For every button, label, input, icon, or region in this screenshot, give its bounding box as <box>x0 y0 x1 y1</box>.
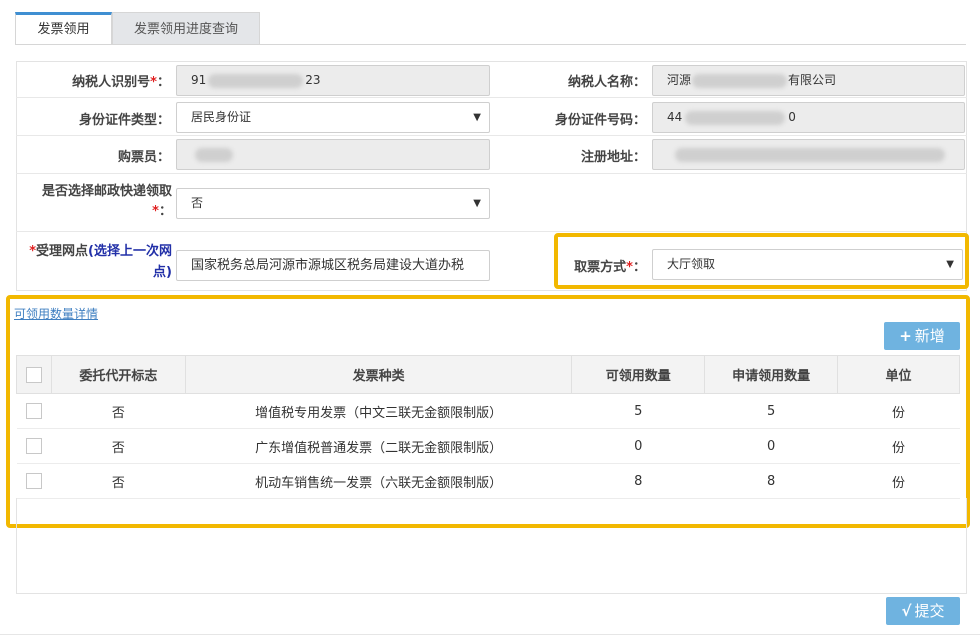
row-checkbox[interactable] <box>25 403 42 419</box>
table-row[interactable]: 否 机动车销售统一发票（六联无金额限制版） 8 8 份 <box>16 463 960 499</box>
row-checkbox[interactable] <box>25 473 42 489</box>
table-row[interactable]: 否 增值税专用发票（中文三联无金额限制版） 5 5 份 <box>16 393 960 429</box>
footer-divider <box>0 634 980 635</box>
id-type-value: 居民身份证 <box>191 110 252 124</box>
office-value: 国家税务总局河源市源城区税务局建设大道办税 <box>191 258 465 273</box>
id-number-field: 44 0 <box>652 102 965 133</box>
unit-cell: 份 <box>837 428 960 464</box>
tab-divider <box>15 44 966 45</box>
taxpayer-name-label: 纳税人名称： <box>567 75 646 90</box>
column-header: 发票种类 <box>184 355 573 394</box>
id-number-label: 身份证件号码： <box>554 113 646 128</box>
available-qty-cell: 8 <box>571 463 705 499</box>
entrust-cell: 否 <box>51 428 186 464</box>
column-header: 可领用数量 <box>571 355 706 394</box>
invoice-type-cell: 机动车销售统一发票（六联无金额限制版） <box>185 463 572 499</box>
table-row[interactable]: 否 广东增值税普通发票（二联无金额限制版） 0 0 份 <box>16 428 960 464</box>
column-header: 申请领用数量 <box>704 355 839 394</box>
requested-qty-cell[interactable]: 8 <box>704 463 838 499</box>
id-type-select[interactable]: 居民身份证 ▼ <box>176 102 490 133</box>
invoice-table: 委托代开标志 发票种类 可领用数量 申请领用数量 单位 否 增值税专用发票（中文… <box>16 355 960 499</box>
column-header: 单位 <box>837 355 960 394</box>
pickup-highlight-box <box>554 233 969 289</box>
requested-qty-cell[interactable]: 5 <box>704 393 838 429</box>
office-select[interactable]: 国家税务总局河源市源城区税务局建设大道办税 <box>176 250 490 281</box>
table-header-row: 委托代开标志 发票种类 可领用数量 申请领用数量 单位 <box>16 355 960 394</box>
select-last-office-link[interactable]: (选择上一次网点) <box>88 244 172 280</box>
submit-button[interactable]: √ 提交 <box>886 597 960 625</box>
taxpayer-id-label: 纳税人识别号*： <box>72 75 170 90</box>
requested-qty-cell[interactable]: 0 <box>704 428 838 464</box>
buyer-label: 购票员： <box>117 150 170 165</box>
table-panel-bottom <box>16 498 967 594</box>
available-qty-cell: 5 <box>571 393 705 429</box>
office-label: *受理网点(选择上一次网点) <box>29 244 172 280</box>
add-button[interactable]: + 新增 <box>884 322 960 350</box>
select-all-checkbox[interactable] <box>25 366 42 383</box>
invoice-type-cell: 增值税专用发票（中文三联无金额限制版） <box>185 393 572 429</box>
postal-label: 是否选择邮政快递领取 *： <box>41 184 172 219</box>
id-type-label: 身份证件类型： <box>78 113 170 128</box>
checkmark-icon: √ <box>901 602 912 620</box>
postal-select[interactable]: 否 ▼ <box>176 188 490 219</box>
reg-address-field <box>652 139 965 170</box>
dropdown-arrow-icon: ▼ <box>473 198 481 209</box>
select-all-cell <box>16 355 52 394</box>
entrust-cell: 否 <box>51 463 186 499</box>
invoice-type-cell: 广东增值税普通发票（二联无金额限制版） <box>185 428 572 464</box>
entrust-cell: 否 <box>51 393 186 429</box>
column-header: 委托代开标志 <box>50 355 186 394</box>
taxpayer-name-field: 河源 有限公司 <box>652 65 965 96</box>
available-qty-detail-link[interactable]: 可领用数量详情 <box>14 305 98 322</box>
unit-cell: 份 <box>837 463 960 499</box>
unit-cell: 份 <box>837 393 960 429</box>
taxpayer-id-field: 91 23 <box>176 65 490 96</box>
postal-value: 否 <box>191 196 204 210</box>
plus-icon: + <box>899 327 912 345</box>
available-qty-cell: 0 <box>571 428 705 464</box>
tab-progress-query[interactable]: 发票领用进度查询 <box>112 12 260 45</box>
row-checkbox[interactable] <box>25 438 42 454</box>
buyer-field <box>176 139 490 170</box>
tab-invoice-request[interactable]: 发票领用 <box>15 12 112 45</box>
reg-address-label: 注册地址： <box>580 150 646 165</box>
dropdown-arrow-icon: ▼ <box>473 112 481 123</box>
